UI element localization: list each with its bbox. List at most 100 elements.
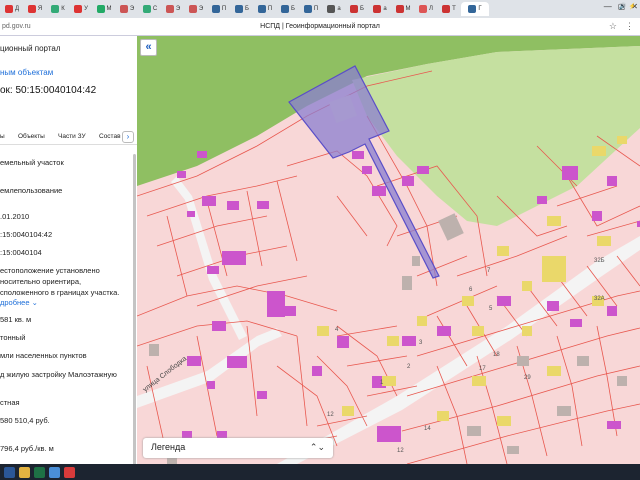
- browser-tab[interactable]: Б: [277, 2, 299, 16]
- house-number-label: 29: [524, 375, 531, 381]
- portal-title: ционный портал: [0, 44, 61, 53]
- tab-label: Б: [245, 6, 249, 12]
- address-bar: pd.gov.ru НСПД | Геоинформационный порта…: [0, 18, 640, 36]
- legend-dropdown[interactable]: Легенда ⌃⌄: [143, 438, 333, 458]
- attribute-value: носительно ориентира,: [0, 277, 82, 286]
- tab-favicon-icon: [211, 5, 220, 13]
- browser-tab[interactable]: Э: [162, 2, 184, 16]
- browser-tab[interactable]: Т: [438, 2, 460, 16]
- tab-composition[interactable]: Состав: [99, 133, 121, 140]
- browser-tab[interactable]: Я: [24, 2, 46, 16]
- tab-favicon-icon: [303, 5, 312, 13]
- taskbar-word-icon[interactable]: [4, 466, 15, 478]
- attribute-value: мли населенных пунктов: [0, 351, 87, 360]
- map-view[interactable]: 7 6 5 4 3 18 17 29 2 1 14 12 32Б 32А 12 …: [137, 36, 640, 464]
- attribute-value: естоположение установлено: [0, 266, 100, 275]
- tray-icons[interactable]: 🔊 ⚡: [619, 3, 636, 10]
- tab-label: Э: [198, 6, 204, 12]
- tab-label: Б: [360, 6, 364, 12]
- panel-scrollbar[interactable]: [133, 154, 136, 464]
- tab-favicon-icon: [119, 5, 128, 13]
- tab-label: Я: [37, 6, 43, 12]
- tab-favicon-icon: [419, 5, 428, 13]
- house-number-label: 4: [335, 327, 339, 333]
- browser-tab[interactable]: П: [300, 2, 322, 16]
- tab-favicon-icon: [51, 5, 60, 13]
- tabs-next-button[interactable]: ›: [122, 131, 134, 143]
- taskbar-excel-icon[interactable]: [34, 466, 45, 478]
- legend-label: Легенда: [151, 442, 186, 452]
- browser-tab[interactable]: Д: [1, 2, 23, 16]
- tab-favicon-icon: [74, 5, 83, 13]
- house-number-label: 17: [479, 366, 486, 372]
- tab-parts[interactable]: Части ЗУ: [58, 133, 86, 140]
- house-number-label: 7: [487, 268, 491, 274]
- browser-tab[interactable]: П: [208, 2, 230, 16]
- house-number-label: 32А: [594, 296, 605, 302]
- browser-tab[interactable]: Э: [185, 2, 207, 16]
- browser-tab[interactable]: а: [369, 2, 391, 16]
- tab-favicon-icon: [281, 5, 290, 13]
- browser-tab[interactable]: М: [392, 2, 414, 16]
- address-bar-icons: ☆ ⋮: [609, 21, 634, 32]
- browser-tab[interactable]: а: [323, 2, 345, 16]
- taskbar-app-icon[interactable]: [64, 466, 75, 478]
- house-number-label: 12: [327, 412, 334, 418]
- tab-label: Б: [291, 6, 295, 12]
- tab-favicon-icon: [468, 5, 477, 13]
- attribute-value: емлепользование: [0, 186, 63, 195]
- browser-tab[interactable]: М: [93, 2, 115, 16]
- browser-tab[interactable]: У: [70, 2, 92, 16]
- tab-label: У: [84, 6, 88, 12]
- house-number-label: 6: [469, 287, 473, 293]
- tab-favicon-icon: [165, 5, 174, 13]
- tab-favicon-icon: [395, 5, 404, 13]
- tab-label: Э: [175, 6, 181, 12]
- more-details-link[interactable]: дробнее ⌄: [0, 298, 38, 307]
- tab-label: а: [383, 6, 387, 12]
- taskbar-browser-icon[interactable]: [49, 466, 60, 478]
- browser-tab[interactable]: Б: [231, 2, 253, 16]
- tab-label: М: [405, 6, 411, 12]
- main-road: [277, 236, 640, 464]
- browser-tab[interactable]: Э: [116, 2, 138, 16]
- page-title: НСПД | Геоинформационный портал: [260, 23, 380, 30]
- collapse-panel-button[interactable]: «: [140, 39, 157, 56]
- house-number-label: 18: [493, 352, 500, 358]
- back-to-objects-link[interactable]: ным объектам: [0, 68, 53, 77]
- browser-tab[interactable]: С: [139, 2, 161, 16]
- attribute-value: стная: [0, 398, 20, 407]
- attribute-value: тонный: [0, 333, 26, 342]
- taskbar-explorer-icon[interactable]: [19, 466, 30, 478]
- tab-favicon-icon: [257, 5, 266, 13]
- tab-favicon-icon: [350, 5, 359, 13]
- tab-label: Э: [129, 6, 135, 12]
- cadastral-number-heading: ок: 50:15:0040104:42: [0, 85, 97, 96]
- tab-favicon-icon: [142, 5, 151, 13]
- tab-objects[interactable]: Объекты: [18, 133, 45, 140]
- minimize-icon[interactable]: —: [604, 2, 612, 11]
- browser-tab[interactable]: К: [47, 2, 69, 16]
- browser-tab[interactable]: П: [254, 2, 276, 16]
- tab-info[interactable]: ы: [0, 133, 5, 140]
- chevron-updown-icon: ⌃⌄: [309, 442, 325, 452]
- bookmark-icon[interactable]: ☆: [609, 21, 617, 32]
- browser-tab-bar: Д Я К У М Э С Э Э П Б П Б Па Ба М Л Т Г: [0, 0, 640, 18]
- tab-label: С: [152, 6, 158, 12]
- menu-icon[interactable]: ⋮: [625, 21, 634, 32]
- attribute-value: д жилую застройку Малоэтажную: [0, 370, 117, 379]
- tab-favicon-icon: [27, 5, 36, 13]
- tab-label: Т: [452, 6, 456, 12]
- browser-tab[interactable]: Г: [461, 2, 489, 16]
- house-number-label: 3: [419, 340, 423, 346]
- house-number-label: 5: [489, 306, 493, 312]
- tab-label: Л: [429, 6, 433, 12]
- house-number-label: 2: [407, 364, 411, 370]
- browser-tab[interactable]: Б: [346, 2, 368, 16]
- map-canvas[interactable]: 7 6 5 4 3 18 17 29 2 1 14 12 32Б 32А 12 …: [137, 36, 640, 464]
- tab-favicon-icon: [188, 5, 197, 13]
- os-taskbar: [0, 464, 640, 480]
- house-number-label: 12: [397, 448, 404, 454]
- browser-tab[interactable]: Л: [415, 2, 437, 16]
- attribute-value: емельный участок: [0, 158, 64, 167]
